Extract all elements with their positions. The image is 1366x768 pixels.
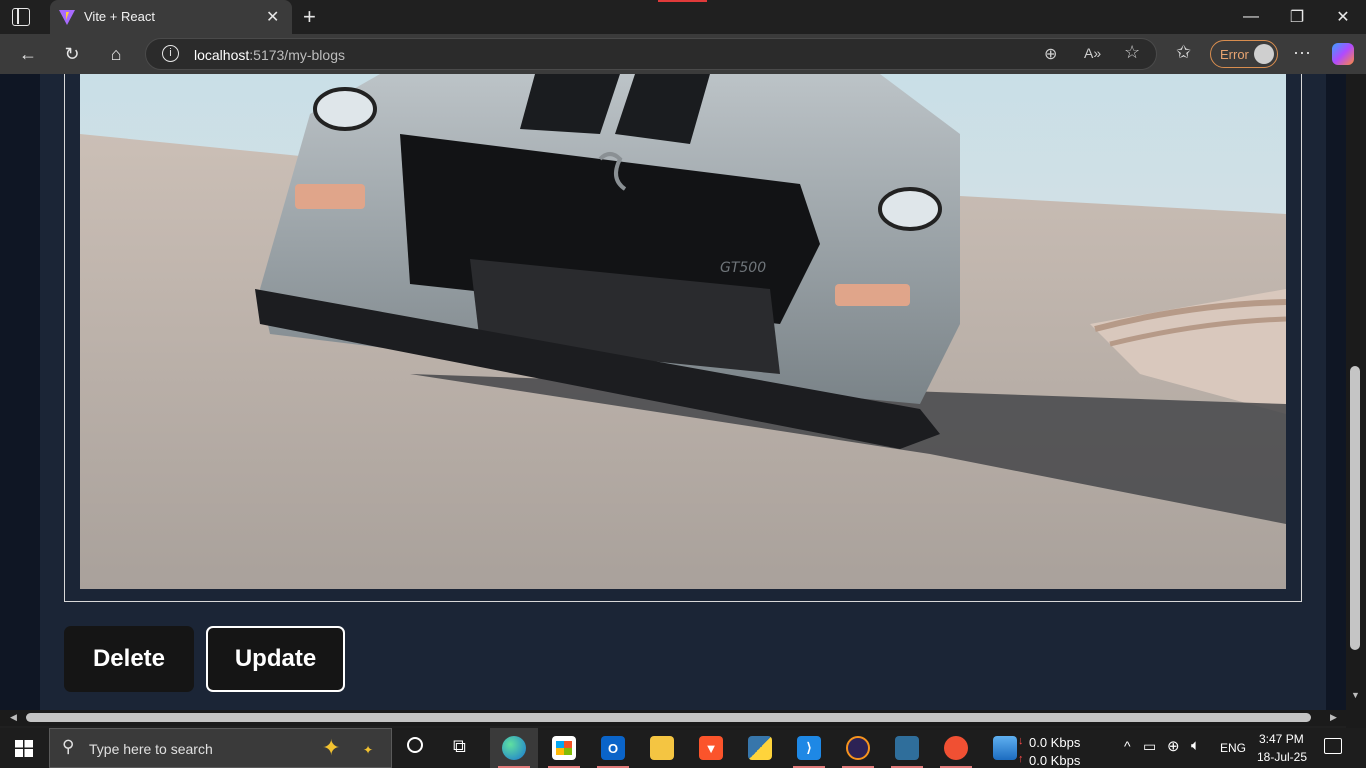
back-arrow-icon[interactable]: ←: [12, 38, 44, 70]
search-highlight-icon: ✦: [322, 735, 341, 760]
windows-taskbar: ⚲ Type here to search ✦ ✦ ⧉ O ▼ ⟩ 0.0 Kb…: [0, 728, 1366, 768]
scroll-corner: [1346, 710, 1366, 728]
vscode-app-icon[interactable]: ⟩: [785, 728, 833, 768]
store-app-icon[interactable]: [540, 728, 588, 768]
scroll-right-arrow-icon[interactable]: ▶: [1330, 712, 1337, 723]
close-tab-icon[interactable]: ✕: [266, 7, 279, 27]
profile-status-text: Error: [1220, 47, 1249, 62]
update-button[interactable]: Update: [206, 626, 345, 692]
browser-toolbar: ← ↻ ⌂ i localhost:5173/my-blogs ⊕ A» ☆ ✩…: [0, 34, 1366, 74]
favorites-icon[interactable]: ✩: [1176, 42, 1191, 63]
down-arrow-icon: ↓: [1018, 735, 1024, 747]
info-icon[interactable]: i: [162, 45, 179, 62]
delete-button[interactable]: Delete: [64, 626, 194, 692]
task-view-icon[interactable]: ⧉: [453, 736, 466, 757]
more-options-icon[interactable]: ···: [1293, 42, 1311, 63]
star-icon[interactable]: ☆: [1124, 42, 1140, 63]
brave-app-icon[interactable]: ▼: [687, 728, 735, 768]
battery-icon[interactable]: ▭: [1143, 738, 1156, 755]
edge-app-icon[interactable]: [490, 728, 538, 768]
refresh-icon[interactable]: ↻: [56, 38, 88, 70]
profile-error-button[interactable]: Error: [1210, 40, 1278, 68]
sparkle-icon: ✦: [363, 743, 374, 757]
search-placeholder: Type here to search: [89, 741, 213, 757]
net-down-speed: 0.0 Kbps: [1029, 735, 1081, 750]
svg-text:GT500: GT500: [720, 260, 766, 276]
clock-date[interactable]: 18-Jul-25: [1257, 750, 1307, 764]
clock-time[interactable]: 3:47 PM: [1259, 732, 1304, 746]
tab-title: Vite + React: [84, 9, 155, 24]
network-icon[interactable]: ⊕: [1167, 737, 1180, 755]
net-up-speed: 0.0 Kbps: [1029, 753, 1081, 768]
notification-icon[interactable]: [1324, 738, 1342, 754]
scroll-down-arrow-icon[interactable]: ▼: [1351, 690, 1360, 700]
search-icon: ⚲: [62, 737, 75, 756]
tab-actions-icon[interactable]: [12, 8, 30, 26]
minimize-icon[interactable]: —: [1228, 0, 1274, 34]
vertical-scroll-thumb[interactable]: [1350, 366, 1360, 650]
browser-titlebar: Vite + React ✕ + — ❐ ✕: [0, 0, 1366, 34]
horizontal-scrollbar[interactable]: ◀ ▶: [0, 710, 1346, 726]
up-arrow-icon: ↑: [1018, 753, 1024, 765]
horizontal-scroll-thumb[interactable]: [26, 713, 1311, 722]
vertical-scrollbar[interactable]: ▼: [1346, 74, 1366, 710]
zoom-icon[interactable]: ⊕: [1044, 44, 1057, 64]
address-bar[interactable]: i localhost:5173/my-blogs ⊕ A» ☆: [145, 38, 1157, 70]
vite-logo-icon: [59, 10, 75, 25]
copilot-icon[interactable]: [1332, 43, 1354, 65]
language-indicator[interactable]: ENG: [1220, 741, 1246, 755]
new-tab-icon[interactable]: +: [303, 4, 316, 30]
windows-start-icon[interactable]: [15, 740, 33, 757]
restore-icon[interactable]: ❐: [1274, 0, 1320, 34]
scroll-left-arrow-icon[interactable]: ◀: [10, 712, 17, 723]
car-photo: GT500: [80, 74, 1286, 589]
taskbar-search[interactable]: ⚲ Type here to search ✦ ✦: [49, 728, 392, 768]
python-app-icon[interactable]: [736, 728, 784, 768]
avatar: [1254, 44, 1274, 64]
outlook-app-icon[interactable]: O: [589, 728, 637, 768]
volume-icon[interactable]: 🔈︎: [1191, 737, 1200, 754]
file-explorer-icon[interactable]: [638, 728, 686, 768]
git-app-icon[interactable]: [932, 728, 980, 768]
close-window-icon[interactable]: ✕: [1320, 0, 1366, 34]
blog-image: GT500: [80, 74, 1286, 589]
cortana-icon[interactable]: [407, 737, 423, 753]
recording-indicator: [658, 0, 707, 2]
tray-expand-icon[interactable]: ^: [1124, 738, 1131, 754]
eclipse-app-icon[interactable]: [834, 728, 882, 768]
tab-vite-react[interactable]: Vite + React ✕: [50, 0, 292, 34]
page-viewport: GT500 Delete Update: [0, 74, 1366, 710]
read-aloud-icon[interactable]: A»: [1084, 45, 1101, 61]
mysql-workbench-icon[interactable]: [883, 728, 931, 768]
home-icon[interactable]: ⌂: [100, 38, 132, 70]
url-text[interactable]: localhost:5173/my-blogs: [194, 47, 345, 63]
